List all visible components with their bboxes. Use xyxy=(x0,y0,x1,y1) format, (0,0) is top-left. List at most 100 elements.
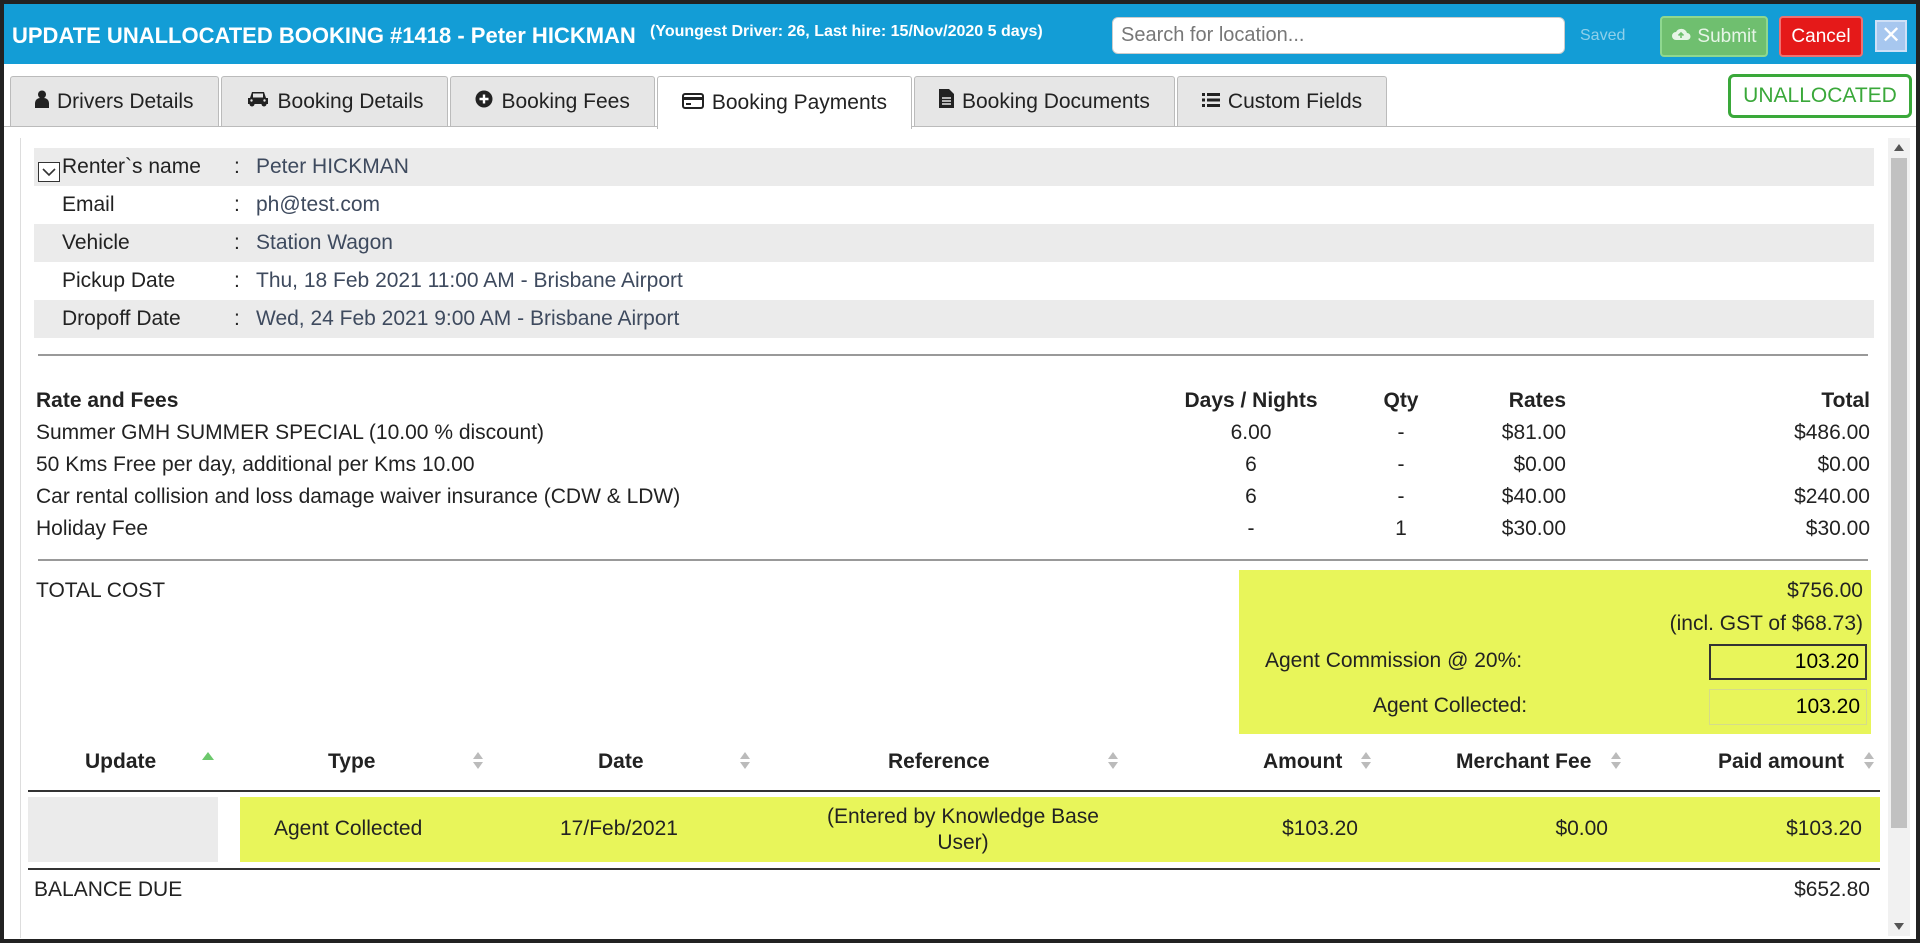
tab-label: Booking Documents xyxy=(961,89,1150,113)
close-icon[interactable]: ✕ xyxy=(1875,20,1907,52)
rate-fees-table: Rate and Fees Days / Nights Qty Rates To… xyxy=(36,385,1872,545)
sort-icon[interactable] xyxy=(1361,752,1371,772)
status-badge: UNALLOCATED xyxy=(1728,74,1912,118)
total-cost-value: $756.00 xyxy=(1787,579,1863,602)
fee-rate: $40.00 xyxy=(1501,485,1566,508)
col-header-date[interactable]: Date xyxy=(598,750,644,774)
fees-header-days: Days / Nights xyxy=(1184,389,1318,412)
fee-rate: $30.00 xyxy=(1501,517,1566,540)
col-header-type[interactable]: Type xyxy=(328,750,375,774)
agent-commission-input[interactable] xyxy=(1709,644,1867,680)
tab-bar: Drivers Details Booking Details Booking … xyxy=(10,76,1388,129)
tab-booking-payments[interactable]: Booking Payments xyxy=(656,76,912,129)
info-label: Pickup Date xyxy=(62,269,176,292)
cloud-upload-icon xyxy=(1671,26,1691,48)
scroll-down-icon[interactable] xyxy=(1894,923,1904,930)
car-icon xyxy=(246,90,270,114)
sort-icon[interactable] xyxy=(1864,752,1874,772)
fees-row: Holiday Fee - 1 $30.00 $30.00 xyxy=(36,513,1872,545)
info-separator: : xyxy=(234,307,240,330)
info-value: Station Wagon xyxy=(256,231,393,254)
tab-booking-documents[interactable]: Booking Documents xyxy=(913,76,1175,126)
info-row-dropoff-date: Dropoff Date : Wed, 24 Feb 2021 9:00 AM … xyxy=(34,300,1874,338)
divider xyxy=(28,868,1880,870)
scroll-thumb[interactable] xyxy=(1891,158,1907,828)
sort-icon[interactable] xyxy=(1108,752,1118,772)
fees-header-row: Rate and Fees Days / Nights Qty Rates To… xyxy=(36,385,1872,417)
cancel-button[interactable]: Cancel xyxy=(1779,16,1863,57)
fee-name: Car rental collision and loss damage wai… xyxy=(36,485,681,508)
info-value: Thu, 18 Feb 2021 11:00 AM - Brisbane Air… xyxy=(256,269,683,292)
submit-button[interactable]: Submit xyxy=(1660,16,1768,57)
payment-date: 17/Feb/2021 xyxy=(560,817,678,840)
info-value: ph@test.com xyxy=(256,193,381,216)
balance-due-label: BALANCE DUE xyxy=(34,878,183,901)
fee-rate: $81.00 xyxy=(1501,421,1566,444)
info-value: Peter HICKMAN xyxy=(256,155,409,178)
info-separator: : xyxy=(234,269,240,292)
fee-total: $240.00 xyxy=(1794,485,1870,508)
agent-collected-input[interactable] xyxy=(1709,689,1867,725)
document-icon xyxy=(938,89,954,114)
sort-asc-icon[interactable] xyxy=(202,752,214,760)
fee-total: $486.00 xyxy=(1794,421,1870,444)
info-separator: : xyxy=(234,155,240,178)
col-header-merchant-fee[interactable]: Merchant Fee xyxy=(1456,750,1591,774)
info-value: Wed, 24 Feb 2021 9:00 AM - Brisbane Airp… xyxy=(256,307,680,330)
booking-dialog: UPDATE UNALLOCATED BOOKING #1418 - Peter… xyxy=(0,0,1920,943)
credit-card-icon xyxy=(681,91,704,115)
col-header-paid-amount[interactable]: Paid amount xyxy=(1718,750,1844,774)
balance-due-value: $652.80 xyxy=(1794,878,1870,901)
sort-icon[interactable] xyxy=(473,752,483,772)
payment-type: Agent Collected xyxy=(274,817,423,840)
fees-header-total: Total xyxy=(1821,389,1870,412)
info-label: Dropoff Date xyxy=(62,307,181,330)
payment-amount: $103.20 xyxy=(1282,817,1358,840)
info-row-pickup-date: Pickup Date : Thu, 18 Feb 2021 11:00 AM … xyxy=(34,262,1874,300)
saved-indicator: Saved xyxy=(1580,27,1626,44)
col-header-update[interactable]: Update xyxy=(85,750,156,774)
fee-total: $0.00 xyxy=(1817,453,1870,476)
payment-merchant-fee: $0.00 xyxy=(1555,817,1608,840)
tab-drivers-details[interactable]: Drivers Details xyxy=(10,76,219,126)
collapse-toggle-icon[interactable] xyxy=(38,162,60,182)
scroll-up-icon[interactable] xyxy=(1894,144,1904,151)
fee-days: 6 xyxy=(1245,453,1257,476)
col-header-amount[interactable]: Amount xyxy=(1263,750,1342,774)
payment-paid-amount: $103.20 xyxy=(1786,817,1862,840)
fee-rate: $0.00 xyxy=(1513,453,1566,476)
fee-qty: - xyxy=(1397,453,1405,476)
fees-row: Summer GMH SUMMER SPECIAL (10.00 % disco… xyxy=(36,417,1872,449)
sort-icon[interactable] xyxy=(1611,752,1621,772)
tab-booking-fees[interactable]: Booking Fees xyxy=(450,76,655,126)
tab-custom-fields[interactable]: Custom Fields xyxy=(1176,76,1388,126)
totals-summary: $756.00 (incl. GST of $68.73) Agent Comm… xyxy=(1239,570,1871,734)
total-cost-label: TOTAL COST xyxy=(36,579,166,602)
title-bar: UPDATE UNALLOCATED BOOKING #1418 - Peter… xyxy=(4,4,1916,64)
fee-days: - xyxy=(1247,517,1255,540)
fees-header-name: Rate and Fees xyxy=(36,389,179,412)
divider xyxy=(38,559,1868,561)
list-icon xyxy=(1201,90,1220,114)
vertical-scrollbar[interactable] xyxy=(1888,138,1910,936)
col-header-reference[interactable]: Reference xyxy=(888,750,990,774)
payment-row[interactable]: Agent Collected 17/Feb/2021 (Entered by … xyxy=(28,797,1880,862)
update-cell[interactable] xyxy=(28,797,218,862)
location-search-input[interactable] xyxy=(1112,17,1565,54)
tab-label: Booking Details xyxy=(277,89,424,113)
renter-info: Renter`s name : Peter HICKMAN Email : ph… xyxy=(34,148,1874,338)
fee-name: Summer GMH SUMMER SPECIAL (10.00 % disco… xyxy=(36,421,545,444)
divider xyxy=(38,354,1868,356)
info-row-email: Email : ph@test.com xyxy=(34,186,1874,224)
fee-qty: - xyxy=(1397,421,1405,444)
info-label: Vehicle xyxy=(62,231,130,254)
payments-header-row: Update Type Date Reference Amount Mercha… xyxy=(28,744,1880,792)
fee-name: 50 Kms Free per day, additional per Kms … xyxy=(36,453,475,476)
info-row-vehicle: Vehicle : Station Wagon xyxy=(34,224,1874,262)
tab-label: Drivers Details xyxy=(57,89,194,113)
info-row-renter-name: Renter`s name : Peter HICKMAN xyxy=(34,148,1874,186)
sort-icon[interactable] xyxy=(740,752,750,772)
tab-booking-details[interactable]: Booking Details xyxy=(220,76,449,126)
tab-label: Booking Fees xyxy=(501,89,630,113)
dialog-title: UPDATE UNALLOCATED BOOKING #1418 - Peter… xyxy=(12,23,636,48)
